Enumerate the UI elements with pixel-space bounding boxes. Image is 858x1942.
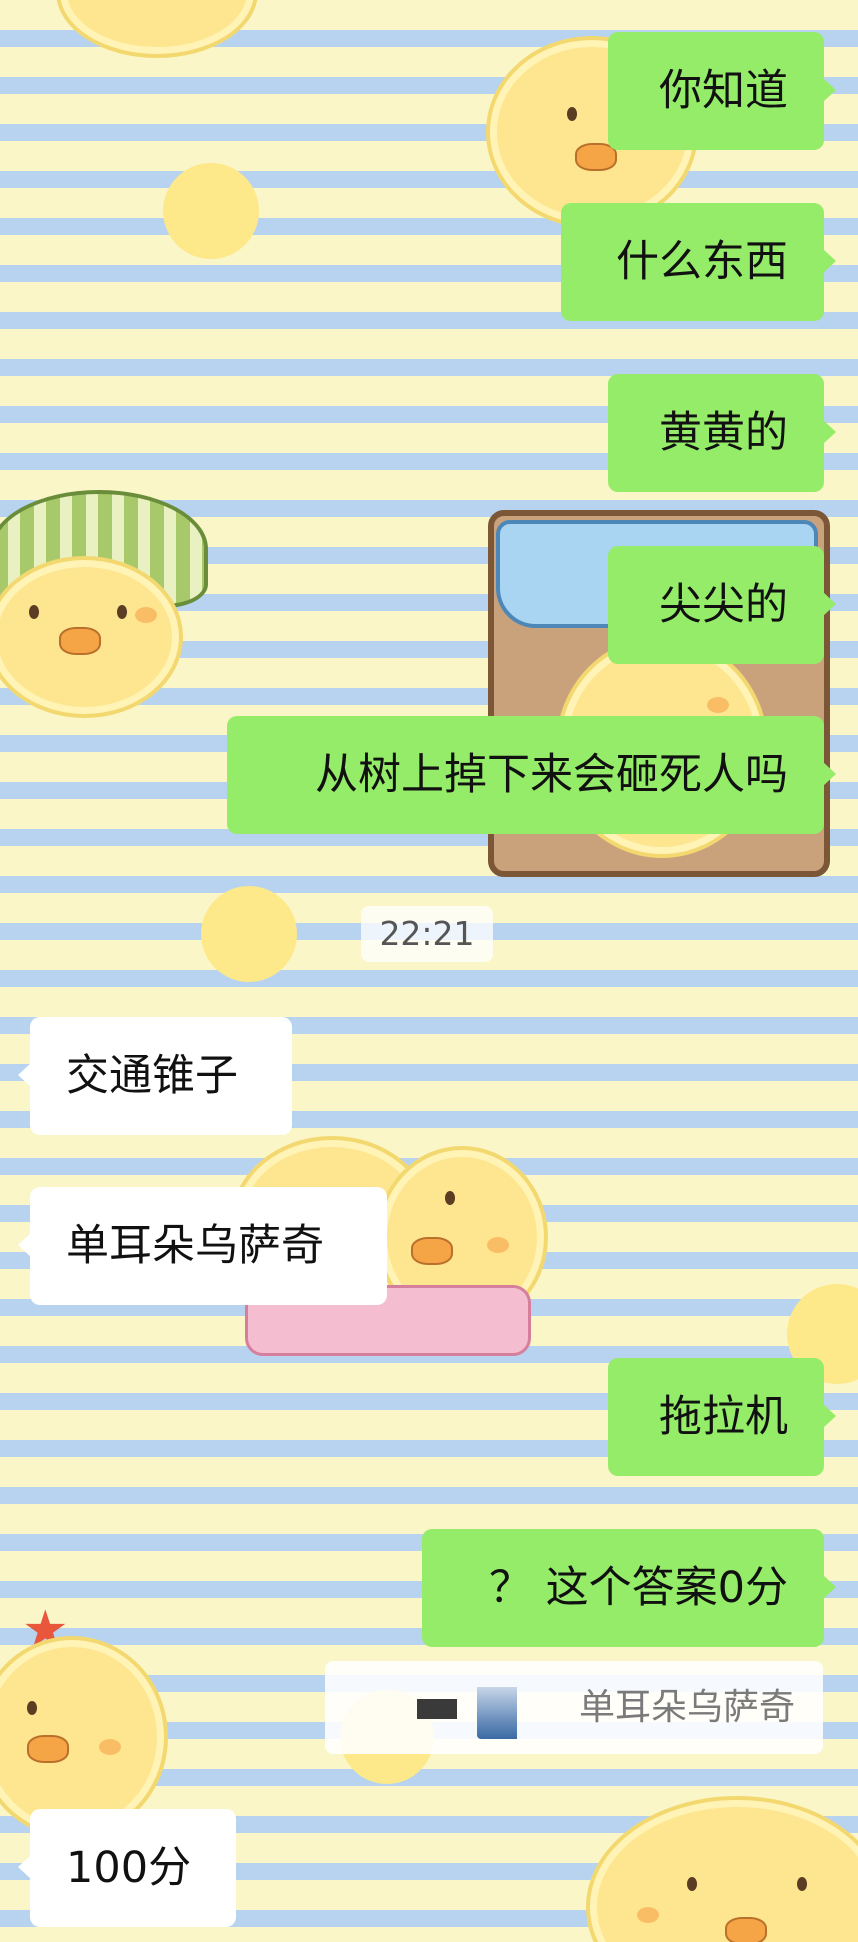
message-bubble-received[interactable]: 100分: [18, 1809, 236, 1927]
chick-illustration: [0, 560, 179, 714]
message-bubble-sent[interactable]: 从树上掉下来会砸死人吗: [227, 716, 836, 834]
chick-illustration: [0, 1640, 164, 1834]
message-bubble-sent[interactable]: 拖拉机: [608, 1358, 836, 1476]
chick-illustration: [60, 0, 254, 54]
wallpaper-dot: [163, 163, 259, 259]
wallpaper-dot: [201, 886, 297, 982]
quoted-reply[interactable]: 单耳朵乌萨奇: [325, 1661, 823, 1754]
message-bubble-sent[interactable]: ？ 这个答案0分: [422, 1529, 836, 1647]
redacted-avatar: [417, 1699, 457, 1719]
message-timestamp: 22:21: [361, 906, 493, 962]
message-bubble-sent[interactable]: 黄黄的: [608, 374, 836, 492]
message-bubble-sent[interactable]: 尖尖的: [608, 546, 836, 664]
chick-illustration: [590, 1800, 858, 1942]
message-bubble-sent[interactable]: 什么东西: [561, 203, 836, 321]
message-bubble-received[interactable]: 单耳朵乌萨奇: [18, 1187, 387, 1305]
chat-area[interactable]: ★ 你知道 什么东西 黄黄的 尖尖的 从树上掉下来会砸死人吗 22:21 交通锥…: [0, 0, 858, 1942]
message-bubble-received[interactable]: 交通锥子: [18, 1017, 292, 1135]
redacted-avatar: [477, 1687, 517, 1739]
quoted-message-text: 单耳朵乌萨奇: [578, 1687, 795, 1728]
message-bubble-sent[interactable]: 你知道: [608, 32, 836, 150]
